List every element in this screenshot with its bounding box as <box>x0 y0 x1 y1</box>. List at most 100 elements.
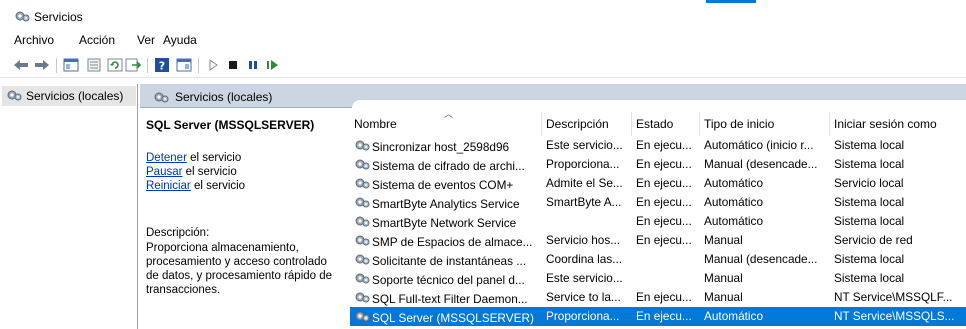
service-name: SMP de Espacios de almace... <box>354 233 536 250</box>
window-title: Servicios <box>34 10 83 24</box>
action-restart: Reiniciar el servicio <box>146 180 245 192</box>
service-gear-icon <box>354 195 370 212</box>
selected-service-title: SQL Server (MSSQLSERVER) <box>146 118 315 132</box>
table-row[interactable]: SQL Server (MSSQLSERVER) Proporciona... En… <box>350 307 966 326</box>
service-startup-cell: Automático (inicio r... <box>704 138 814 152</box>
service-status-cell: En ejecu... <box>636 214 692 228</box>
table-row[interactable]: SMP de Espacios de almace... Servicio hos… <box>350 231 966 250</box>
service-description-cell: SmartByte A... <box>546 195 622 209</box>
column-header-name[interactable]: ︿ Nombre <box>350 109 542 136</box>
export-list-icon[interactable] <box>124 56 142 74</box>
stop-service-icon[interactable] <box>224 56 242 74</box>
sort-ascending-icon: ︿ <box>444 109 454 119</box>
list-column-headers: ︿ Nombre Descripción Estado Tipo de inic… <box>350 109 966 136</box>
table-row[interactable]: Solicitante de instantáneas ... Coordina … <box>350 250 966 269</box>
action-stop-text: el servicio <box>186 152 242 164</box>
start-service-icon[interactable] <box>204 56 222 74</box>
service-name: Sincronizar host_2598d96 <box>354 138 536 155</box>
tree-item-services-local[interactable]: Servicios (locales) <box>2 86 136 106</box>
stop-service-link[interactable]: Detener <box>146 152 187 164</box>
service-startup-cell: Manual <box>704 233 743 247</box>
services-gear-icon <box>6 88 22 105</box>
column-header-logon-as[interactable]: Iniciar sesión como <box>830 112 966 136</box>
service-gear-icon <box>354 138 370 155</box>
service-status-cell: En ejecu... <box>636 157 692 171</box>
toolbar-separator <box>147 58 148 73</box>
service-gear-icon <box>354 290 370 307</box>
action-stop: Detener el servicio <box>146 152 241 164</box>
column-header-description[interactable]: Descripción <box>542 112 632 136</box>
service-name: SmartByte Network Service <box>354 214 536 231</box>
service-status-cell: En ejecu... <box>636 233 692 247</box>
refresh-icon[interactable] <box>106 56 124 74</box>
column-header-startup-type[interactable]: Tipo de inicio <box>700 112 830 136</box>
table-row[interactable]: SmartByte Network Service En ejecu... Auto… <box>350 212 966 231</box>
service-status-cell: En ejecu... <box>636 195 692 209</box>
service-name: SQL Server (MSSQLSERVER) <box>354 309 536 326</box>
service-gear-icon <box>354 309 370 326</box>
svg-text:?: ? <box>159 60 165 73</box>
title-bar: Servicios <box>0 0 966 30</box>
properties-sheet-icon[interactable] <box>85 56 103 74</box>
forward-arrow-icon[interactable] <box>33 56 51 74</box>
service-status-cell: En ejecu... <box>636 138 692 152</box>
services-gear-icon <box>14 9 30 26</box>
service-name: SmartByte Analytics Service <box>354 195 536 212</box>
table-row[interactable]: Sistema de eventos COM+ Admite el Se... En… <box>350 174 966 193</box>
show-action-pane-icon[interactable] <box>175 56 193 74</box>
service-gear-icon <box>354 214 370 231</box>
service-description-cell: Coordina las... <box>546 252 623 266</box>
service-logon-cell: Sistema local <box>834 214 905 228</box>
menu-bar: Archivo Acción Ver Ayuda <box>0 30 966 50</box>
service-startup-cell: Automático <box>704 176 764 190</box>
toolbar-separator <box>198 58 199 73</box>
menu-ver[interactable]: Ver <box>137 33 155 47</box>
service-description-cell: Proporciona... <box>546 157 620 171</box>
action-restart-text: el servicio <box>190 180 246 192</box>
service-gear-icon <box>354 252 370 269</box>
table-row[interactable]: Sistema de cifrado de archi... Proporcion… <box>350 155 966 174</box>
service-name: Sistema de eventos COM+ <box>354 176 536 193</box>
service-startup-cell: Manual (desencade... <box>704 252 818 266</box>
service-status-cell: En ejecu... <box>636 290 692 304</box>
service-description-cell: Servicio hos... <box>546 233 621 247</box>
service-name: Soporte técnico del panel d... <box>354 271 536 288</box>
service-logon-cell: Servicio de red <box>834 233 913 247</box>
table-row[interactable]: Sincronizar host_2598d96 Este servicio...… <box>350 136 966 155</box>
service-startup-cell: Automático <box>704 195 764 209</box>
restart-service-icon[interactable] <box>264 56 282 74</box>
service-name: SQL Full-text Filter Daemon... <box>354 290 536 307</box>
action-pause: Pausar el servicio <box>146 166 237 178</box>
back-arrow-icon[interactable] <box>12 56 30 74</box>
service-gear-icon <box>354 157 370 174</box>
service-description-cell: Proporciona... <box>546 309 620 323</box>
toolbar-separator <box>56 58 57 73</box>
pause-service-link[interactable]: Pausar <box>146 166 182 178</box>
service-logon-cell: Sistema local <box>834 157 905 171</box>
service-logon-cell: Sistema local <box>834 252 905 266</box>
table-row[interactable]: SQL Full-text Filter Daemon... Service to… <box>350 288 966 307</box>
window-accent-line <box>706 0 756 3</box>
service-logon-cell: Servicio local <box>834 176 904 190</box>
service-startup-cell: Automático <box>704 309 764 323</box>
menu-accion[interactable]: Acción <box>79 33 115 47</box>
help-icon[interactable]: ? <box>153 56 171 74</box>
menu-archivo[interactable]: Archivo <box>14 33 54 47</box>
service-description: Proporciona almacenamiento, procesamient… <box>146 242 333 296</box>
table-row[interactable]: SmartByte Analytics Service SmartByte A..… <box>350 193 966 212</box>
description-label: Descripción: <box>146 227 210 239</box>
show-console-tree-icon[interactable] <box>62 56 80 74</box>
service-status-cell: En ejecu... <box>636 309 692 323</box>
column-header-status[interactable]: Estado <box>632 112 700 136</box>
service-startup-cell: Automático <box>704 214 764 228</box>
service-description-cell: Este servicio... <box>546 271 623 285</box>
pause-service-icon[interactable] <box>244 56 262 74</box>
service-name: Solicitante de instantáneas ... <box>354 252 536 269</box>
services-panel: Servicios (locales) SQL Server (MSSQLSER… <box>140 84 966 329</box>
service-startup-cell: Manual (desencade... <box>704 157 818 171</box>
restart-service-link[interactable]: Reiniciar <box>146 180 191 192</box>
service-startup-cell: Manual <box>704 271 743 285</box>
table-row[interactable]: Soporte técnico del panel d... Este servi… <box>350 269 966 288</box>
toolbar: ? <box>0 52 966 78</box>
menu-ayuda[interactable]: Ayuda <box>163 33 197 47</box>
